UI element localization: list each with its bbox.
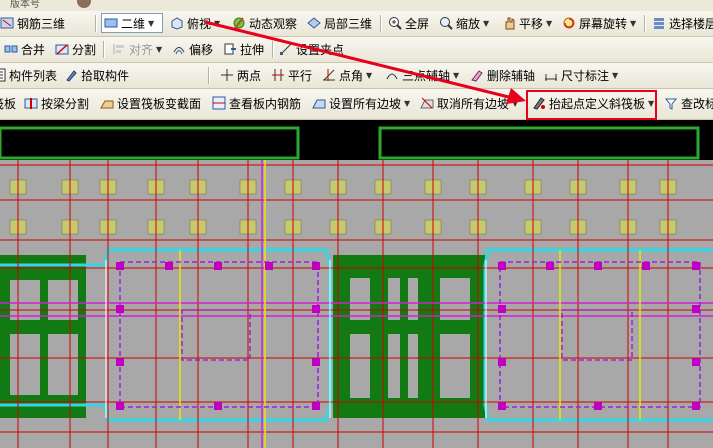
annotation-arrow <box>204 20 526 104</box>
